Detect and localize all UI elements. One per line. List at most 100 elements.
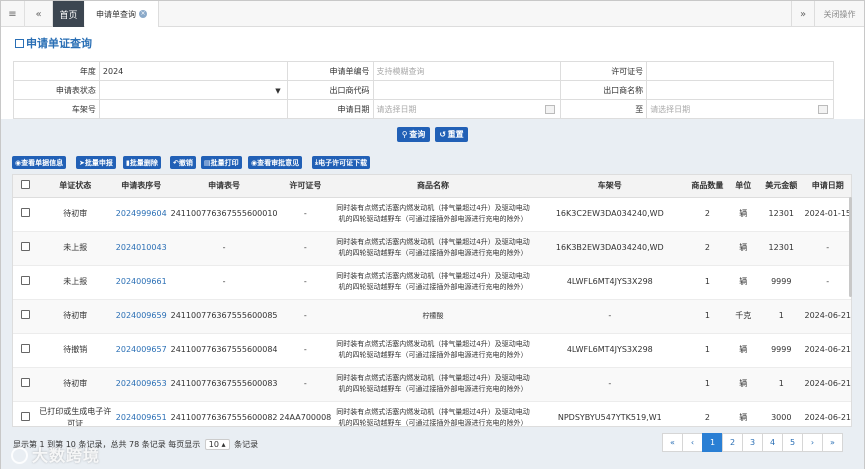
per-page-select[interactable]: 10 ▴ — [204, 439, 230, 450]
seq-link[interactable]: 2024009651 — [116, 413, 167, 422]
reset-button[interactable]: ↺ 重置 — [435, 127, 468, 142]
license-input[interactable] — [646, 61, 834, 81]
column-header[interactable]: 申请表序号 — [112, 175, 171, 198]
status-cell: 未上报 — [38, 231, 113, 266]
vin-cell: 16K3C2EW3DA034240,WD — [533, 197, 687, 232]
download-e-license-button[interactable]: ⤓ 电子许可证下载 — [312, 156, 371, 169]
column-header[interactable]: 美元金额 — [758, 175, 805, 198]
search-icon: ⚲ — [401, 130, 410, 139]
row-select-cell[interactable] — [13, 265, 39, 300]
row-checkbox[interactable] — [21, 309, 31, 319]
app-no-cell: 241100776367555600083 — [170, 367, 278, 402]
usd-cell: 12301 — [758, 197, 805, 232]
app-no-input[interactable]: 支持模糊查询 — [372, 61, 562, 81]
date-end-input[interactable]: 请选择日期 — [646, 99, 834, 119]
table-row[interactable]: 待初审 2024009659 241100776367555600085 - 柠… — [13, 299, 851, 334]
next-page-button[interactable]: › — [802, 433, 823, 452]
exporter-name-label: 出口商名称 — [560, 80, 648, 100]
column-header[interactable]: 申请表号 — [170, 175, 278, 198]
seq-link[interactable]: 2024009661 — [116, 277, 167, 286]
qty-cell: 2 — [686, 197, 729, 232]
row-checkbox[interactable] — [21, 377, 31, 387]
unit-cell: 辆 — [728, 197, 759, 232]
double-left-icon[interactable]: « — [25, 1, 53, 27]
close-circle-icon[interactable]: × — [139, 10, 147, 18]
page-button-2[interactable]: 2 — [722, 433, 743, 452]
seq-link[interactable]: 2024009653 — [116, 379, 167, 388]
row-checkbox[interactable] — [21, 207, 31, 217]
column-header[interactable]: 商品名称 — [332, 175, 534, 198]
results-table: 单证状态 申请表序号 申请表号 许可证号 商品名称 车架号 商品数量 单位 美元… — [12, 174, 852, 427]
select-all-cell[interactable] — [13, 175, 39, 198]
row-select-cell[interactable] — [13, 401, 39, 426]
column-header[interactable]: 申请日期 — [804, 175, 851, 198]
row-checkbox[interactable] — [21, 241, 31, 251]
vin-label: 车架号 — [13, 99, 100, 119]
vin-input[interactable] — [98, 99, 288, 119]
row-select-cell[interactable] — [13, 333, 39, 368]
edit-icon — [15, 39, 24, 48]
hamburger-icon[interactable]: ≡ — [1, 1, 25, 27]
prev-page-button[interactable]: ‹ — [682, 433, 703, 452]
view-approval-button[interactable]: ◉ 查看审批意见 — [248, 156, 303, 169]
calendar-icon[interactable] — [818, 105, 828, 114]
year-field[interactable]: 2024 — [98, 61, 288, 81]
exporter-code-input[interactable] — [372, 80, 562, 100]
last-page-button[interactable]: » — [822, 433, 843, 452]
table-scrollbar[interactable] — [849, 197, 852, 297]
page-button-1[interactable]: 1 — [702, 433, 723, 452]
double-right-icon[interactable]: » — [791, 1, 814, 27]
vin-cell: 4LWFL6MT4JYS3X298 — [533, 265, 687, 300]
exporter-name-input[interactable] — [646, 80, 834, 100]
query-button[interactable]: ⚲ 查询 — [397, 127, 430, 142]
tab-home[interactable]: 首页 — [53, 1, 84, 27]
column-header[interactable]: 车架号 — [533, 175, 687, 198]
row-checkbox[interactable] — [21, 343, 31, 353]
row-select-cell[interactable] — [13, 197, 39, 232]
status-select[interactable]: ▼ — [98, 80, 288, 100]
caret-up-icon: ▴ — [221, 440, 226, 449]
revoke-button[interactable]: ↶ 撤销 — [170, 156, 196, 169]
table-row[interactable]: 待撤销 2024009657 241100776367555600084 - 同… — [13, 333, 851, 368]
view-document-button[interactable]: ◉ 查看单据信息 — [12, 156, 67, 169]
page-button-4[interactable]: 4 — [762, 433, 783, 452]
usd-cell: 9999 — [758, 333, 805, 368]
table-row[interactable]: 待初审 2024009653 241100776367555600083 - 同… — [13, 367, 851, 402]
column-header[interactable]: 许可证号 — [277, 175, 333, 198]
seq-link[interactable]: 2024010043 — [116, 243, 167, 252]
seq-link[interactable]: 2024999604 — [116, 209, 167, 218]
column-header[interactable]: 单证状态 — [38, 175, 113, 198]
row-checkbox[interactable] — [21, 275, 31, 285]
first-page-button[interactable]: « — [662, 433, 683, 452]
table-row[interactable]: 待初审 2024999604 241100776367555600010 - 同… — [13, 197, 851, 232]
query-label: 查询 — [409, 130, 426, 139]
close-operations-button[interactable]: 关闭操作 — [814, 1, 864, 27]
seq-link[interactable]: 2024009659 — [116, 311, 167, 320]
table-row[interactable]: 未上报 2024010043 - - 同时装有点燃式活塞内燃发动机（排气量超过4… — [13, 231, 851, 266]
page-button-3[interactable]: 3 — [742, 433, 763, 452]
product-name-cell: 同时装有点燃式活塞内燃发动机（排气量超过4升）及驱动电动机的四轮驱动越野车（可通… — [332, 401, 534, 426]
product-name-cell: 同时装有点燃式活塞内燃发动机（排气量超过4升）及驱动电动机的四轮驱动越野车（可通… — [332, 265, 534, 300]
row-select-cell[interactable] — [13, 299, 39, 334]
select-all-checkbox[interactable] — [21, 180, 31, 190]
date-cell: 2024-06-21 — [804, 367, 851, 402]
table-row[interactable]: 已打印或生成电子许可证 2024009651 24110077636755560… — [13, 401, 851, 426]
row-select-cell[interactable] — [13, 367, 39, 402]
column-header[interactable]: 商品数量 — [686, 175, 729, 198]
row-checkbox[interactable] — [21, 411, 31, 421]
batch-delete-button[interactable]: ▮ 批量删除 — [123, 156, 161, 169]
column-header[interactable]: 单位 — [728, 175, 759, 198]
table-row[interactable]: 未上报 2024009661 - - 同时装有点燃式活塞内燃发动机（排气量超过4… — [13, 265, 851, 300]
date-start-input[interactable]: 请选择日期 — [372, 99, 562, 119]
page-button-5[interactable]: 5 — [782, 433, 803, 452]
usd-cell: 3000 — [758, 401, 805, 426]
batch-print-button[interactable]: ▤ 批量打印 — [201, 156, 242, 169]
tab-application-query[interactable]: 申请单查询 × — [85, 1, 159, 27]
pagination: « ‹ 1 2 3 4 5 › » — [662, 433, 843, 452]
license-label: 许可证号 — [560, 61, 648, 81]
batch-submit-button[interactable]: ➤ 批量申报 — [76, 156, 116, 169]
seq-link[interactable]: 2024009657 — [116, 345, 167, 354]
row-select-cell[interactable] — [13, 231, 39, 266]
app-no-cell: 241100776367555600085 — [170, 299, 278, 334]
calendar-icon[interactable] — [545, 105, 556, 114]
